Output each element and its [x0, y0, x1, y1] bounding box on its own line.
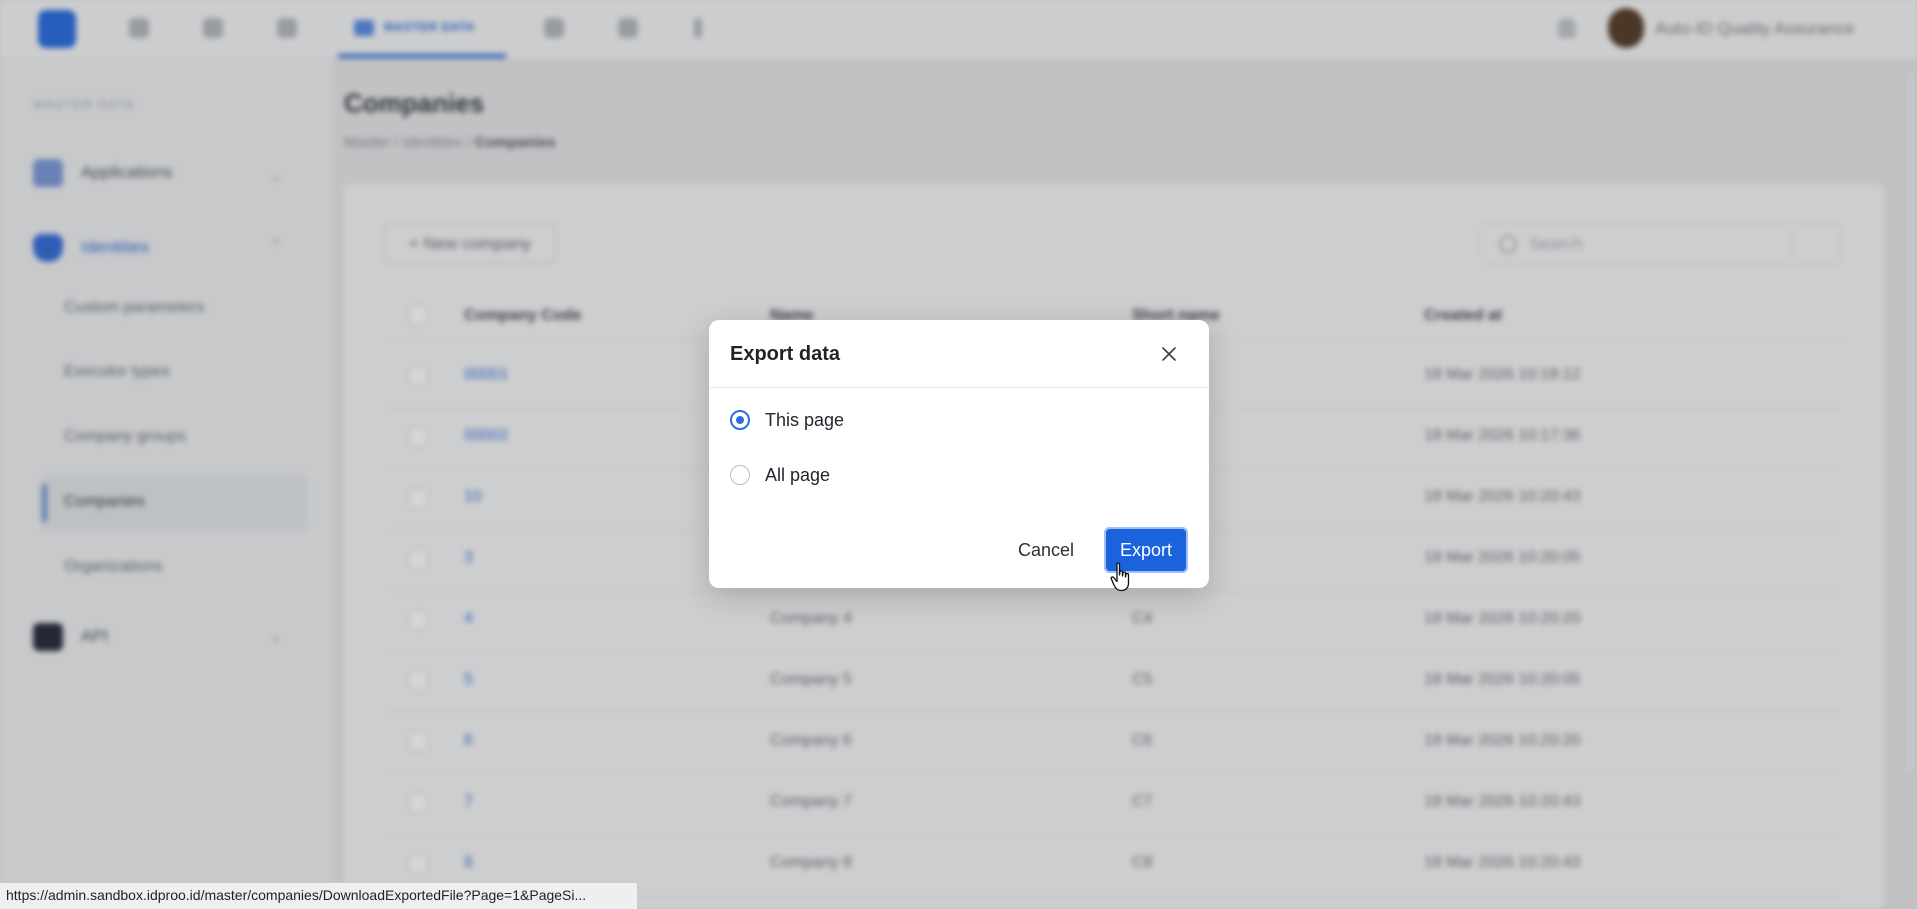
scrollbar-thumb[interactable] — [1906, 72, 1914, 772]
export-data-dialog: Export data This page All page Cancel Ex… — [709, 320, 1209, 588]
radio-label[interactable]: This page — [765, 410, 844, 431]
cancel-button[interactable]: Cancel — [1010, 529, 1082, 571]
radio-label[interactable]: All page — [765, 465, 830, 486]
dialog-title: Export data — [730, 343, 841, 365]
radio-all-page[interactable] — [730, 465, 750, 485]
status-bar-url: https://admin.sandbox.idproo.id/master/c… — [0, 882, 638, 909]
close-icon[interactable] — [1158, 343, 1180, 365]
radio-this-page[interactable] — [730, 410, 750, 430]
radio-option-all-page[interactable]: All page — [730, 461, 930, 491]
dialog-header: Export data — [709, 320, 1209, 388]
radio-option-this-page[interactable]: This page — [730, 406, 930, 436]
cursor-hand-icon — [1110, 562, 1130, 592]
